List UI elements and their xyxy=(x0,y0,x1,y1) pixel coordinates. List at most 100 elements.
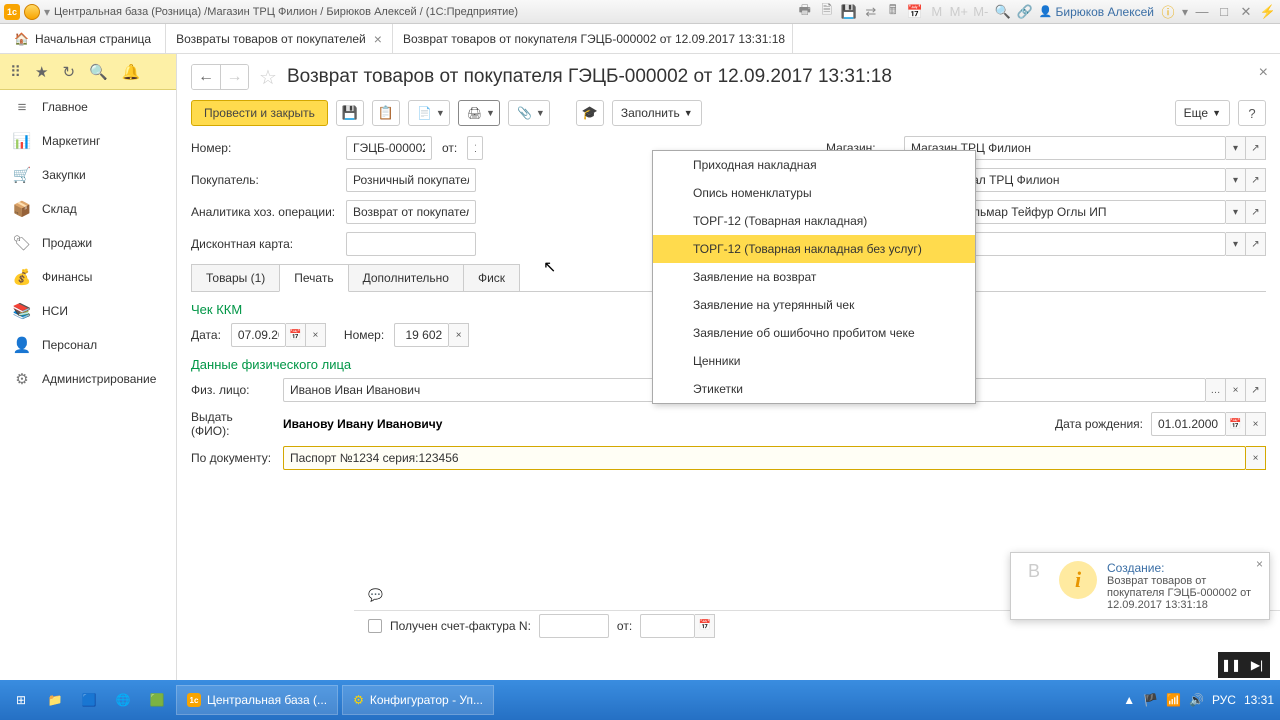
calendar-icon[interactable]: 📅 xyxy=(695,614,715,638)
tray-time[interactable]: 13:31 xyxy=(1244,693,1274,707)
sidebar-item-nsi[interactable]: 📚НСИ xyxy=(0,294,176,328)
select-icon[interactable]: … xyxy=(1206,378,1226,402)
tab-fiscal[interactable]: Фиск xyxy=(463,264,520,291)
sidebar-item-admin[interactable]: ⚙Администрирование xyxy=(0,362,176,396)
attach-button[interactable]: 📎▼ xyxy=(508,100,550,126)
invoice-checkbox[interactable] xyxy=(368,619,382,633)
post-button[interactable]: 📋 xyxy=(372,100,400,126)
dd-item[interactable]: Приходная накладная xyxy=(653,151,975,179)
tab-return-doc[interactable]: Возврат товаров от покупателя ГЭЦБ-00000… xyxy=(393,24,793,53)
dropdown-icon[interactable]: ▾ xyxy=(1226,168,1246,192)
task-configurator[interactable]: ⚙Конфигуратор - Уп... xyxy=(342,685,494,715)
back-button[interactable]: ← xyxy=(192,65,220,89)
dd-item[interactable]: ТОРГ-12 (Товарная накладная) xyxy=(653,207,975,235)
fill-button[interactable]: Заполнить▼ xyxy=(612,100,702,126)
dd-item[interactable]: Ценники xyxy=(653,347,975,375)
sidebar-item-sales[interactable]: 🏷Продажи xyxy=(0,226,176,260)
sidebar-item-warehouse[interactable]: 📦Склад xyxy=(0,192,176,226)
m-icon[interactable]: M xyxy=(929,4,945,20)
tray-flag-icon[interactable]: 🏴 xyxy=(1143,693,1158,707)
m-plus-icon[interactable]: M+ xyxy=(951,4,967,20)
tray-network-icon[interactable]: 📶 xyxy=(1166,693,1181,707)
birth-input[interactable] xyxy=(1151,412,1226,436)
tab-goods[interactable]: Товары (1) xyxy=(191,264,280,291)
tab-additional[interactable]: Дополнительно xyxy=(348,264,464,291)
tray-up-icon[interactable]: ▲ xyxy=(1123,693,1135,707)
m-minus-icon[interactable]: M- xyxy=(973,4,989,20)
sidebar-item-purchases[interactable]: 🛒Закупки xyxy=(0,158,176,192)
tab-returns-list[interactable]: Возвраты товаров от покупателей × xyxy=(166,24,393,53)
tray-sound-icon[interactable]: 🔊 xyxy=(1189,693,1204,707)
dd-item-highlighted[interactable]: ТОРГ-12 (Товарная накладная без услуг) xyxy=(653,235,975,263)
app-close-icon[interactable]: ⚡ xyxy=(1260,4,1276,20)
post-and-close-button[interactable]: Провести и закрыть xyxy=(191,100,328,126)
clear-icon[interactable]: × xyxy=(1246,412,1266,436)
task-1c-base[interactable]: 1cЦентральная база (... xyxy=(176,685,338,715)
maximize-icon[interactable]: □ xyxy=(1216,4,1232,20)
history-icon[interactable]: ↻ xyxy=(62,63,75,81)
dd-item[interactable]: Заявление на возврат xyxy=(653,263,975,291)
print-icon[interactable]: 🖶 xyxy=(797,4,813,20)
date-input[interactable] xyxy=(467,136,483,160)
invoice-number-input[interactable] xyxy=(539,614,609,638)
search-icon[interactable]: 🔍 xyxy=(89,63,108,81)
next-button[interactable]: ▶| xyxy=(1244,652,1270,678)
sidebar-item-marketing[interactable]: 📊Маркетинг xyxy=(0,124,176,158)
date2-input[interactable] xyxy=(231,323,286,347)
user-label[interactable]: 👤 Бирюков Алексей xyxy=(1039,5,1154,19)
dd-item[interactable]: Опись номенклатуры xyxy=(653,179,975,207)
sidebar-item-finance[interactable]: 💰Финансы xyxy=(0,260,176,294)
dropdown-icon[interactable]: ▾ xyxy=(1226,200,1246,224)
open-icon[interactable]: ↗ xyxy=(1246,168,1266,192)
close-icon[interactable]: ✕ xyxy=(1238,4,1254,20)
favorite-icon[interactable]: ☆ xyxy=(259,65,277,90)
explorer-icon[interactable]: 📁 xyxy=(40,685,70,715)
clear-icon[interactable]: × xyxy=(449,323,469,347)
open-icon[interactable]: ↗ xyxy=(1246,200,1266,224)
number-input[interactable] xyxy=(346,136,432,160)
search-icon[interactable]: 🔍 xyxy=(995,4,1011,20)
open-icon[interactable]: ↗ xyxy=(1246,136,1266,160)
print-button[interactable]: 🖨▼ xyxy=(458,100,500,126)
forward-button[interactable]: → xyxy=(220,65,248,89)
info-icon[interactable]: ⓘ xyxy=(1160,4,1176,20)
dd-item[interactable]: Этикетки xyxy=(653,375,975,403)
clear-icon[interactable]: × xyxy=(306,323,326,347)
bell-icon[interactable]: 🔔 xyxy=(122,63,141,81)
dropdown-icon[interactable]: ▾ xyxy=(1226,232,1246,256)
tab-home[interactable]: 🏠 Начальная страница xyxy=(0,24,166,53)
sidebar-item-main[interactable]: ≡Главное xyxy=(0,90,176,124)
link-icon[interactable]: 🔗 xyxy=(1017,4,1033,20)
save-icon[interactable]: 💾 xyxy=(841,4,857,20)
apps-icon[interactable]: ⠿ xyxy=(10,63,21,81)
invoice-date-input[interactable] xyxy=(640,614,695,638)
tab-print[interactable]: Печать xyxy=(279,264,348,292)
tab-close-icon[interactable]: × xyxy=(374,31,382,47)
create-based-button[interactable]: 📄▼ xyxy=(408,100,450,126)
start-button[interactable]: ⊞ xyxy=(6,685,36,715)
bydoc-input[interactable] xyxy=(283,446,1246,470)
tray-lang[interactable]: РУС xyxy=(1212,693,1236,707)
app-icon[interactable]: 🟦 xyxy=(74,685,104,715)
discount-input[interactable] xyxy=(346,232,476,256)
panel-close-icon[interactable]: × xyxy=(1259,64,1268,82)
dd-item[interactable]: Заявление об ошибочно пробитом чеке xyxy=(653,319,975,347)
calendar-icon[interactable]: 📅 xyxy=(286,323,306,347)
comment-icon[interactable]: 💬 xyxy=(368,588,383,602)
help-button[interactable]: ? xyxy=(1238,100,1266,126)
clear-icon[interactable]: × xyxy=(1226,378,1246,402)
app2-icon[interactable]: 🟩 xyxy=(142,685,172,715)
minimize-icon[interactable]: — xyxy=(1194,4,1210,20)
dropdown-icon[interactable] xyxy=(24,4,40,20)
compare-icon[interactable]: ⇄ xyxy=(863,4,879,20)
save-button[interactable]: 💾 xyxy=(336,100,364,126)
clear-icon[interactable]: × xyxy=(1246,446,1266,470)
star-icon[interactable]: ★ xyxy=(35,63,48,81)
dropdown-icon[interactable]: ▾ xyxy=(1226,136,1246,160)
open-icon[interactable]: ↗ xyxy=(1246,232,1266,256)
dd-item[interactable]: Заявление на утерянный чек xyxy=(653,291,975,319)
chrome-icon[interactable]: 🌐 xyxy=(108,685,138,715)
preview-icon[interactable]: 🗎 xyxy=(819,4,835,20)
analytics-input[interactable] xyxy=(346,200,476,224)
buyer-input[interactable] xyxy=(346,168,476,192)
